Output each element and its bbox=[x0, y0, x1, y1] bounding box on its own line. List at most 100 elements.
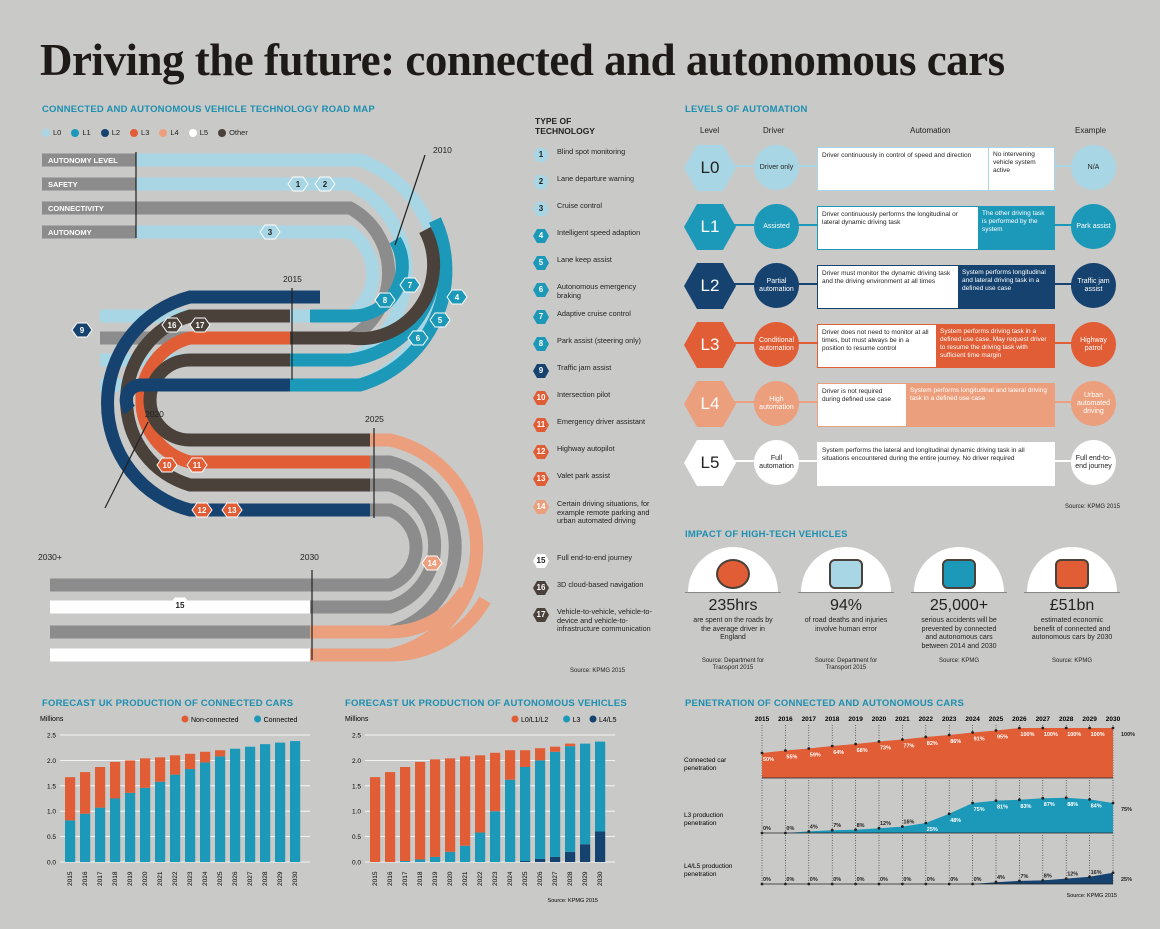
automation-system-text: The other driving task is performed by t… bbox=[978, 207, 1054, 249]
bar-l0-l1-l2 bbox=[535, 748, 546, 761]
bar-connected bbox=[155, 781, 166, 862]
x-tick-label: 2024 bbox=[507, 871, 514, 886]
tech-marker-3: 3 bbox=[259, 224, 281, 240]
data-label: 0% bbox=[763, 826, 771, 832]
x-tick-label: 2025 bbox=[217, 871, 224, 886]
legend-swatch bbox=[130, 129, 139, 138]
tech-number-badge: 12 bbox=[533, 445, 549, 459]
y-tick-label: 2.5 bbox=[47, 733, 56, 740]
roadmap-source: Source: KPMG 2015 bbox=[570, 668, 626, 674]
impact-number: 94% bbox=[829, 597, 863, 614]
levels-hdr-level: Level bbox=[700, 126, 720, 135]
data-label: 0% bbox=[974, 877, 982, 883]
bar-connected bbox=[260, 744, 271, 862]
tech-label: Blind spot monitoring bbox=[557, 147, 626, 156]
bar-connected bbox=[200, 762, 211, 862]
driver-circle: High automation bbox=[754, 381, 799, 426]
tech-label: Certain driving situations, for example … bbox=[557, 499, 650, 525]
x-tick-label: 2028 bbox=[567, 871, 574, 886]
automation-driver-text: Driver continuously performs the longitu… bbox=[822, 211, 958, 226]
data-point bbox=[1064, 877, 1068, 880]
automation-driver-text: Driver does not need to monitor at all t… bbox=[822, 329, 929, 352]
data-label: 75% bbox=[1121, 807, 1132, 813]
x-year-label: 2028 bbox=[1059, 716, 1074, 723]
x-tick-label: 2029 bbox=[582, 871, 589, 886]
row-label: penetration bbox=[684, 871, 717, 878]
data-label: 91% bbox=[974, 737, 985, 743]
marker-label: 12 bbox=[198, 506, 207, 515]
automation-driver-text: Driver must monitor the dynamic driving … bbox=[822, 270, 951, 285]
y-tick-label: 2.0 bbox=[47, 758, 56, 765]
tech-number-badge: 3 bbox=[533, 202, 549, 216]
legend-swatch bbox=[100, 129, 109, 138]
impact-divider bbox=[911, 592, 1007, 593]
legend-item-other: Other bbox=[218, 128, 248, 138]
car-cone-icon bbox=[914, 547, 1004, 592]
driver-circle: Driver only bbox=[754, 145, 799, 190]
data-point bbox=[924, 882, 928, 886]
data-label: 0% bbox=[950, 877, 958, 883]
year-2025: 2025 bbox=[365, 414, 384, 424]
data-point bbox=[947, 733, 951, 737]
bar-l3 bbox=[490, 811, 501, 862]
x-year-label: 2022 bbox=[919, 716, 934, 723]
data-label: 25% bbox=[1121, 877, 1132, 883]
data-label: 0% bbox=[880, 877, 888, 883]
data-point bbox=[1111, 801, 1115, 805]
automation-driver-text: System performs the lateral and longitud… bbox=[822, 447, 1025, 462]
bar-non-connected bbox=[215, 750, 226, 757]
impact-source: Source: KPMG bbox=[1051, 658, 1092, 664]
y-tick-label: 0.5 bbox=[47, 834, 56, 841]
connected-cars-chart: Millions Non-connected Connected 0.0 0.5 1.0 1… bbox=[40, 715, 310, 886]
x-year-label: 2020 bbox=[872, 716, 887, 723]
example-circle: Park assist bbox=[1071, 204, 1116, 249]
roadmap-svg: AUTONOMY LEVEL SAFETY CONNECTIVITY AUTONOMY… bbox=[38, 145, 491, 662]
tech-marker-15: 15 bbox=[169, 597, 191, 613]
bar-l4-l5 bbox=[520, 860, 531, 862]
x-tick-label: 2021 bbox=[462, 871, 469, 886]
impact-text: are spent on the roads by the average dr… bbox=[693, 617, 773, 641]
data-point bbox=[760, 751, 764, 755]
data-point bbox=[1041, 726, 1045, 730]
x-tick-label: 2026 bbox=[537, 871, 544, 886]
x-year-label: 2024 bbox=[965, 716, 980, 723]
automation-box: Driver continuously in control of speed … bbox=[817, 147, 1055, 191]
data-point bbox=[924, 821, 928, 825]
connected-car-icon bbox=[1027, 547, 1117, 592]
legend-label: L4/L5 bbox=[599, 717, 617, 724]
data-label: 87% bbox=[1044, 802, 1055, 808]
bar-connected bbox=[245, 746, 256, 862]
tech-label: Lane departure warning bbox=[557, 174, 635, 183]
data-label: 16% bbox=[1091, 870, 1102, 876]
tech-marker-6: 6 bbox=[407, 330, 429, 346]
x-year-label: 2027 bbox=[1036, 716, 1051, 723]
tech-number-badge: 4 bbox=[533, 229, 549, 243]
legend-label: L0 bbox=[53, 128, 62, 137]
data-label: 7% bbox=[833, 823, 841, 829]
x-tick-label: 2017 bbox=[402, 871, 409, 886]
data-point bbox=[784, 749, 787, 752]
legend-swatch bbox=[511, 715, 519, 723]
bar-l3 bbox=[520, 767, 531, 861]
row-label: L3 production bbox=[684, 812, 724, 819]
legend-label: L5 bbox=[199, 128, 209, 137]
legend-label: L1 bbox=[82, 128, 91, 137]
tech-label: Highway autopilot bbox=[557, 444, 615, 453]
x-tick-label: 2028 bbox=[262, 871, 269, 886]
y-tick-label: 0.0 bbox=[47, 860, 56, 867]
tech-number-badge: 17 bbox=[533, 608, 549, 622]
data-point bbox=[971, 882, 974, 886]
data-point bbox=[947, 812, 951, 816]
bar-non-connected bbox=[65, 777, 76, 821]
tech-number-badge: 5 bbox=[533, 256, 549, 270]
y-tick-label: 1.5 bbox=[352, 783, 361, 790]
data-label: 12% bbox=[1067, 872, 1078, 878]
y-axis-label: Millions bbox=[40, 716, 64, 723]
data-label: 95% bbox=[997, 735, 1008, 741]
data-point bbox=[1041, 879, 1045, 882]
bar-l3 bbox=[550, 751, 561, 857]
data-point bbox=[830, 828, 834, 832]
x-year-label: 2026 bbox=[1012, 716, 1027, 723]
marker-label: 8 bbox=[383, 296, 388, 305]
data-label: 16% bbox=[903, 820, 914, 826]
